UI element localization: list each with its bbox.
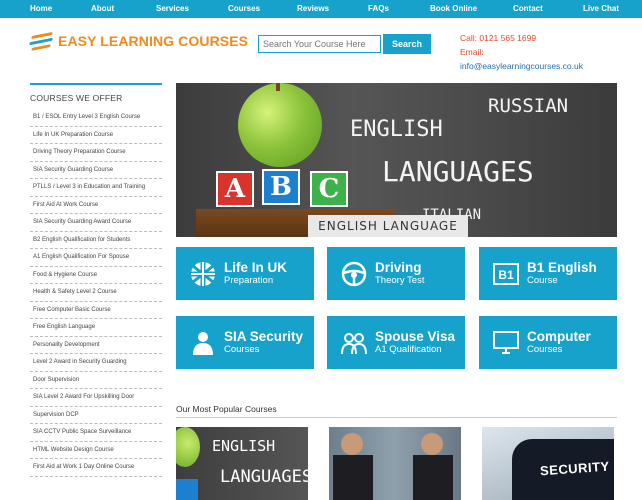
email-label: Email: xyxy=(460,47,484,57)
tile-title: Computer xyxy=(527,328,591,344)
abc-block-icon xyxy=(176,479,198,500)
apple-stem xyxy=(276,83,280,91)
courses-sidebar: COURSES WE OFFER B1 / ESOL Entry Level 3… xyxy=(30,83,162,477)
nav-faqs[interactable]: FAQs xyxy=(368,4,389,13)
tile-spouse-visa[interactable]: Spouse Visa A1 Qualification xyxy=(327,316,465,369)
sidebar-course-item[interactable]: SIA Security Guarding Award Course xyxy=(30,214,162,232)
sidebar-course-item[interactable]: Free English Language xyxy=(30,319,162,337)
tile-subtitle: Course xyxy=(527,274,558,286)
nav-live-chat[interactable]: Live Chat xyxy=(583,4,619,13)
uk-flag-icon xyxy=(188,259,218,289)
card-languages-text: LANGUAGES xyxy=(220,467,308,487)
sidebar-course-item[interactable]: A1 English Qualification For Spouse xyxy=(30,249,162,267)
search-input[interactable] xyxy=(258,35,381,53)
contact-info: Call: 0121 565 1699 Email: info@easylear… xyxy=(460,31,583,73)
monitor-icon xyxy=(491,328,521,358)
divider xyxy=(176,417,617,418)
tile-subtitle: A1 Qualification xyxy=(375,343,442,355)
steering-wheel-icon xyxy=(339,259,369,289)
logo-text: EASY LEARNING COURSES xyxy=(58,33,249,49)
nav-home[interactable]: Home xyxy=(30,4,52,13)
sidebar-course-item[interactable]: Life In UK Preparation Course xyxy=(30,127,162,144)
tile-subtitle: Courses xyxy=(527,343,563,355)
hero-banner: A B C RUSSIAN ENGLISH LANGUAGES ITALIAN … xyxy=(176,83,617,237)
tile-title: B1 English xyxy=(527,259,597,275)
nav-reviews[interactable]: Reviews xyxy=(297,4,329,13)
tile-subtitle: Preparation xyxy=(224,274,274,286)
tile-title: SIA Security xyxy=(224,328,304,344)
sidebar-course-item[interactable]: B2 English Qualification for Students xyxy=(30,232,162,249)
sidebar-course-item[interactable]: SIA CCTV Public Space Surveillance xyxy=(30,424,162,442)
site-logo[interactable]: EASY LEARNING COURSES xyxy=(29,30,249,52)
sidebar-course-item[interactable]: Food & Hygiene Course xyxy=(30,267,162,284)
abc-block-c: C xyxy=(310,171,348,207)
phone-number[interactable]: Call: 0121 565 1699 xyxy=(460,31,583,45)
person-icon xyxy=(188,328,218,358)
abc-block-b: B xyxy=(262,169,300,205)
guard-head xyxy=(421,433,443,455)
sidebar-course-item[interactable]: First Aid at Work 1 Day Online Course xyxy=(30,459,162,477)
tile-title: Driving xyxy=(375,259,422,275)
abc-block-a: A xyxy=(216,171,254,207)
popular-courses-title: Our Most Popular Courses xyxy=(176,404,277,414)
banner-caption: ENGLISH LANGUAGE xyxy=(308,215,468,237)
tile-title: Spouse Visa xyxy=(375,328,456,344)
top-navigation: Home About Services Courses Reviews FAQs… xyxy=(0,0,642,18)
sidebar-course-item[interactable]: B1 / ESOL Entry Level 3 English Course xyxy=(30,109,162,127)
banner-russian: RUSSIAN xyxy=(488,95,569,117)
sidebar-course-item[interactable]: PTLLS / Level 3 in Education and Trainin… xyxy=(30,179,162,197)
guard-head xyxy=(341,433,363,455)
logo-swoosh-icon xyxy=(29,30,54,52)
banner-english: ENGLISH xyxy=(350,117,443,142)
couple-icon xyxy=(339,328,369,358)
search-button[interactable]: Search xyxy=(383,34,431,54)
nav-book-online[interactable]: Book Online xyxy=(430,4,477,13)
apple-icon xyxy=(176,427,200,467)
sidebar-course-item[interactable]: Level 2 Award in Security Guarding xyxy=(30,354,162,372)
sidebar-course-item[interactable]: Driving Theory Preparation Course xyxy=(30,144,162,162)
tile-computer[interactable]: Computer Courses xyxy=(479,316,617,369)
nav-services[interactable]: Services xyxy=(156,4,189,13)
sidebar-course-item[interactable]: SIA Security Guarding Course xyxy=(30,162,162,179)
tile-b1-english[interactable]: B1 B1 English Course xyxy=(479,247,617,300)
tile-title: Life In UK xyxy=(224,259,287,275)
tile-life-in-uk[interactable]: Life In UK Preparation xyxy=(176,247,314,300)
banner-languages: LANGUAGES xyxy=(382,155,534,188)
sidebar-course-item[interactable]: HTML Website Design Course xyxy=(30,442,162,459)
guard-body xyxy=(333,455,373,500)
sidebar-course-item[interactable]: First Aid At Work Course xyxy=(30,197,162,214)
popular-course-security-guards[interactable] xyxy=(329,427,461,500)
sidebar-course-item[interactable]: Free Computer Basic Course xyxy=(30,302,162,319)
tile-sia-security[interactable]: SIA Security Courses xyxy=(176,316,314,369)
email-link[interactable]: info@easylearningcourses.co.uk xyxy=(460,59,583,73)
apple-icon xyxy=(238,83,322,167)
tile-subtitle: Theory Test xyxy=(375,274,425,286)
sidebar-course-item[interactable]: Door Supervision xyxy=(30,372,162,389)
nav-courses[interactable]: Courses xyxy=(228,4,260,13)
sidebar-course-item[interactable]: Health & Safety Level 2 Course xyxy=(30,284,162,302)
sidebar-title: COURSES WE OFFER xyxy=(30,83,162,109)
sidebar-course-item[interactable]: Personality Development xyxy=(30,337,162,354)
svg-text:B1: B1 xyxy=(498,268,514,282)
guard-body xyxy=(413,455,453,500)
popular-course-security[interactable]: SECURITY xyxy=(482,427,614,500)
sidebar-course-item[interactable]: Supervision DCP xyxy=(30,407,162,424)
nav-contact[interactable]: Contact xyxy=(513,4,543,13)
nav-about[interactable]: About xyxy=(91,4,114,13)
sidebar-course-item[interactable]: SIA Level 2 Award For Upskilling Door xyxy=(30,389,162,407)
tile-driving[interactable]: Driving Theory Test xyxy=(327,247,465,300)
popular-course-english[interactable]: ENGLISH LANGUAGES xyxy=(176,427,308,500)
tile-subtitle: Courses xyxy=(224,343,260,355)
card-english-text: ENGLISH xyxy=(212,437,276,455)
b1-badge-icon: B1 xyxy=(491,259,521,289)
